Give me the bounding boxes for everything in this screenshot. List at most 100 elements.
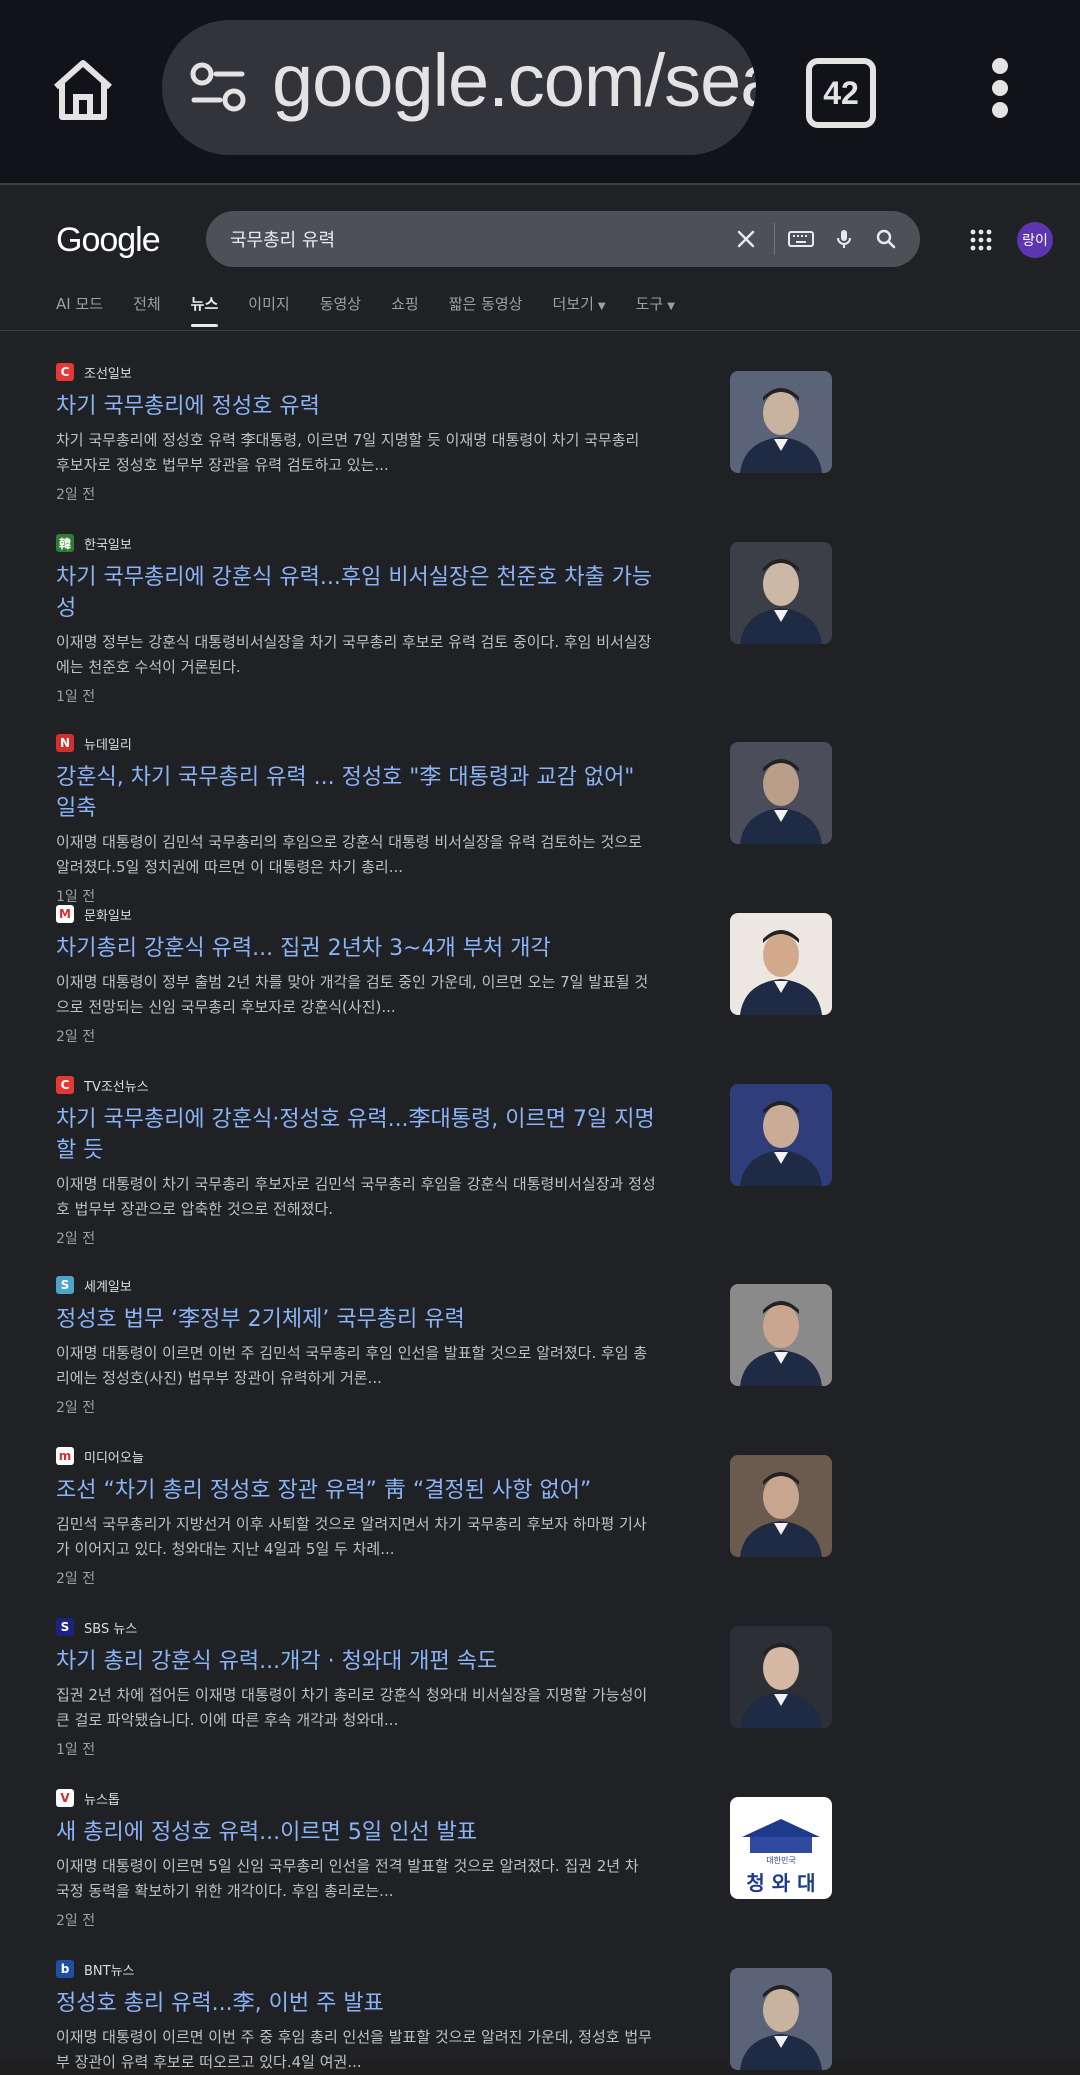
result-snippet: 이재명 대통령이 정부 출범 2년 차를 맞아 개각을 검토 중인 가운데, 이… xyxy=(56,973,649,1016)
more-menu-icon[interactable] xyxy=(985,58,1015,118)
tab-images[interactable]: 이미지 xyxy=(248,293,289,327)
keyboard-icon[interactable] xyxy=(788,227,814,251)
tab-tools[interactable]: 도구 ▼ xyxy=(636,293,675,327)
result-snippet: 이재명 대통령이 김민석 국무총리의 후임으로 강훈식 대통령 비서실장을 유력… xyxy=(56,833,642,876)
tab-all[interactable]: 전체 xyxy=(133,293,161,327)
tab-videos[interactable]: 동영상 xyxy=(320,293,361,327)
site-settings-icon[interactable] xyxy=(190,62,246,112)
result-title[interactable]: 조선 “차기 총리 정성호 장관 유력” 靑 “결정된 사항 없어” xyxy=(56,1475,656,1506)
result-source[interactable]: V 뉴스톱 xyxy=(56,1787,778,1809)
result-time: 1일 전 xyxy=(56,1742,96,1758)
address-bar[interactable]: google.com/sea xyxy=(162,20,756,155)
source-name: 조선일보 xyxy=(84,366,132,382)
tab-tools-label: 도구 xyxy=(635,295,664,313)
publisher-logo-icon: b xyxy=(56,1960,74,1978)
publisher-logo-icon: V xyxy=(56,1789,74,1807)
result-thumbnail[interactable] xyxy=(730,1284,832,1386)
tab-shopping[interactable]: 쇼핑 xyxy=(391,293,419,327)
result-time: 2일 전 xyxy=(56,1029,96,1045)
search-box[interactable]: 국무총리 유력 xyxy=(206,211,920,267)
clear-icon[interactable] xyxy=(734,227,758,251)
tab-news[interactable]: 뉴스 xyxy=(190,293,218,327)
result-thumbnail[interactable] xyxy=(730,913,832,1015)
publisher-logo-icon: C xyxy=(56,363,74,381)
result-source[interactable]: 韓 한국일보 xyxy=(56,532,778,554)
result-title[interactable]: 강훈식, 차기 국무총리 유력 ... 정성호 "李 대통령과 교감 없어" 일… xyxy=(56,762,656,824)
result-thumbnail[interactable] xyxy=(730,1968,832,2070)
tab-switcher-button[interactable]: 42 xyxy=(806,58,876,128)
google-logo[interactable]: Google xyxy=(56,221,161,260)
browser-toolbar: google.com/sea 42 xyxy=(0,0,1080,185)
result-time: 2일 전 xyxy=(56,1571,96,1587)
result-source[interactable]: b BNT뉴스 xyxy=(56,1958,778,1980)
news-result[interactable]: 韓 한국일보차기 국무총리에 강훈식 유력...후임 비서실장은 천준호 차출 가… xyxy=(56,532,832,706)
search-tabs: AI 모드 전체 뉴스 이미지 동영상 쇼핑 짧은 동영상 더보기 ▼ 도구 ▼ xyxy=(56,293,705,329)
search-icon[interactable] xyxy=(874,227,898,251)
news-result[interactable]: b BNT뉴스정성호 총리 유력...李, 이번 주 발표이재명 대통령이 이르면… xyxy=(56,1958,832,2075)
avatar[interactable]: 랑이 xyxy=(1017,222,1053,258)
result-thumbnail[interactable] xyxy=(730,742,832,844)
result-thumbnail[interactable] xyxy=(730,542,832,644)
result-title[interactable]: 차기 총리 강훈식 유력...개각 · 청와대 개편 속도 xyxy=(56,1646,656,1677)
result-time: 2일 전 xyxy=(56,1913,96,1929)
news-result[interactable]: M 문화일보차기총리 강훈식 유력... 집권 2년차 3~4개 부처 개각이재명… xyxy=(56,903,832,1046)
result-snippet: 이재명 대통령이 이르면 5일 신임 국무총리 인선을 전격 발표할 것으로 알… xyxy=(56,1857,639,1900)
search-divider xyxy=(774,223,775,255)
publisher-logo-icon: m xyxy=(56,1447,74,1465)
source-name: 미디어오늘 xyxy=(84,1450,144,1466)
news-result[interactable]: S SBS 뉴스차기 총리 강훈식 유력...개각 · 청와대 개편 속도집권 2… xyxy=(56,1616,832,1759)
result-thumbnail[interactable] xyxy=(730,1626,832,1728)
publisher-logo-icon: N xyxy=(56,734,74,752)
result-source[interactable]: M 문화일보 xyxy=(56,903,778,925)
search-input[interactable]: 국무총리 유력 xyxy=(230,226,335,252)
result-source[interactable]: m 미디어오늘 xyxy=(56,1445,778,1467)
result-thumbnail[interactable] xyxy=(730,371,832,473)
result-title[interactable]: 차기총리 강훈식 유력... 집권 2년차 3~4개 부처 개각 xyxy=(56,933,656,964)
news-result[interactable]: S 세계일보 정성호 법무 ‘李정부 2기체제’ 국무총리 유력 이재명 대통령이 이… xyxy=(56,1274,832,1417)
source-name: 한국일보 xyxy=(84,537,132,553)
publisher-logo-icon: 韓 xyxy=(56,534,74,552)
result-snippet: 집권 2년 차에 접어든 이재명 대통령이 차기 총리로 강훈식 청와대 비서실… xyxy=(56,1686,648,1729)
tab-more[interactable]: 더보기 ▼ xyxy=(552,293,605,327)
publisher-logo-icon: S xyxy=(56,1618,74,1636)
source-name: SBS 뉴스 xyxy=(84,1621,138,1637)
result-title[interactable]: 새 총리에 정성호 유력...이르면 5일 인선 발표 xyxy=(56,1817,656,1848)
home-icon[interactable] xyxy=(48,55,118,125)
tab-short-videos[interactable]: 짧은 동영상 xyxy=(449,293,523,327)
news-result[interactable]: C TV조선뉴스차기 국무총리에 강훈식·정성호 유력...李대통령, 이르면 7… xyxy=(56,1074,832,1248)
result-snippet: 이재명 대통령이 이르면 이번 주 중 후임 총리 인선을 발표할 것으로 알려… xyxy=(56,2028,652,2071)
result-thumbnail[interactable] xyxy=(730,1084,832,1186)
news-result[interactable]: N 뉴데일리강훈식, 차기 국무총리 유력 ... 정성호 "李 대통령과 교감 … xyxy=(56,732,832,906)
result-source[interactable]: C 조선일보 xyxy=(56,361,778,383)
result-source[interactable]: S SBS 뉴스 xyxy=(56,1616,778,1638)
source-name: 뉴데일리 xyxy=(84,737,132,753)
news-result[interactable]: V 뉴스톱새 총리에 정성호 유력...이르면 5일 인선 발표이재명 대통령이 … xyxy=(56,1787,832,1930)
result-title[interactable]: 차기 국무총리에 강훈식·정성호 유력...李대통령, 이르면 7일 지명할 듯 xyxy=(56,1104,656,1166)
tab-more-label: 더보기 xyxy=(552,295,594,313)
news-result[interactable]: C 조선일보차기 국무총리에 정성호 유력차기 국무총리에 정성호 유력 李대통령… xyxy=(56,361,832,504)
url-text[interactable]: google.com/sea xyxy=(272,38,756,123)
publisher-logo-icon: S xyxy=(56,1276,74,1294)
result-source[interactable]: C TV조선뉴스 xyxy=(56,1074,778,1096)
result-title[interactable]: 정성호 총리 유력...李, 이번 주 발표 xyxy=(56,1988,656,2019)
google-header: Google 국무총리 유력 랑이 AI 모드 전체 뉴스 이미지 동영상 쇼핑… xyxy=(0,185,1080,331)
source-name: TV조선뉴스 xyxy=(84,1079,149,1095)
result-snippet: 이재명 대통령이 차기 국무총리 후보자로 김민석 국무총리 후임을 강훈식 대… xyxy=(56,1175,656,1218)
result-title[interactable]: 차기 국무총리에 강훈식 유력...후임 비서실장은 천준호 차출 가능성 xyxy=(56,562,656,624)
apps-grid-icon[interactable] xyxy=(970,229,992,251)
result-time: 2일 전 xyxy=(56,1400,96,1416)
result-title[interactable]: 차기 국무총리에 정성호 유력 xyxy=(56,391,656,422)
news-result[interactable]: m 미디어오늘조선 “차기 총리 정성호 장관 유력” 靑 “결정된 사항 없어”… xyxy=(56,1445,832,1588)
result-thumbnail[interactable] xyxy=(730,1455,832,1557)
result-time: 1일 전 xyxy=(56,689,96,705)
result-source[interactable]: N 뉴데일리 xyxy=(56,732,778,754)
result-snippet: 이재명 정부는 강훈식 대통령비서실장을 차기 국무총리 후보로 유력 검토 중… xyxy=(56,633,652,676)
result-snippet: 차기 국무총리에 정성호 유력 李대통령, 이르면 7일 지명할 듯 이재명 대… xyxy=(56,431,640,474)
result-thumbnail[interactable]: 대한민국 청 와 대 xyxy=(730,1797,832,1899)
result-source[interactable]: S 세계일보 xyxy=(56,1274,778,1296)
microphone-icon[interactable] xyxy=(832,227,856,251)
publisher-logo-icon: C xyxy=(56,1076,74,1094)
result-title[interactable]: 정성호 법무 ‘李정부 2기체제’ 국무총리 유력 xyxy=(56,1304,656,1335)
source-name: BNT뉴스 xyxy=(84,1963,135,1979)
tab-ai-mode[interactable]: AI 모드 xyxy=(56,293,103,327)
